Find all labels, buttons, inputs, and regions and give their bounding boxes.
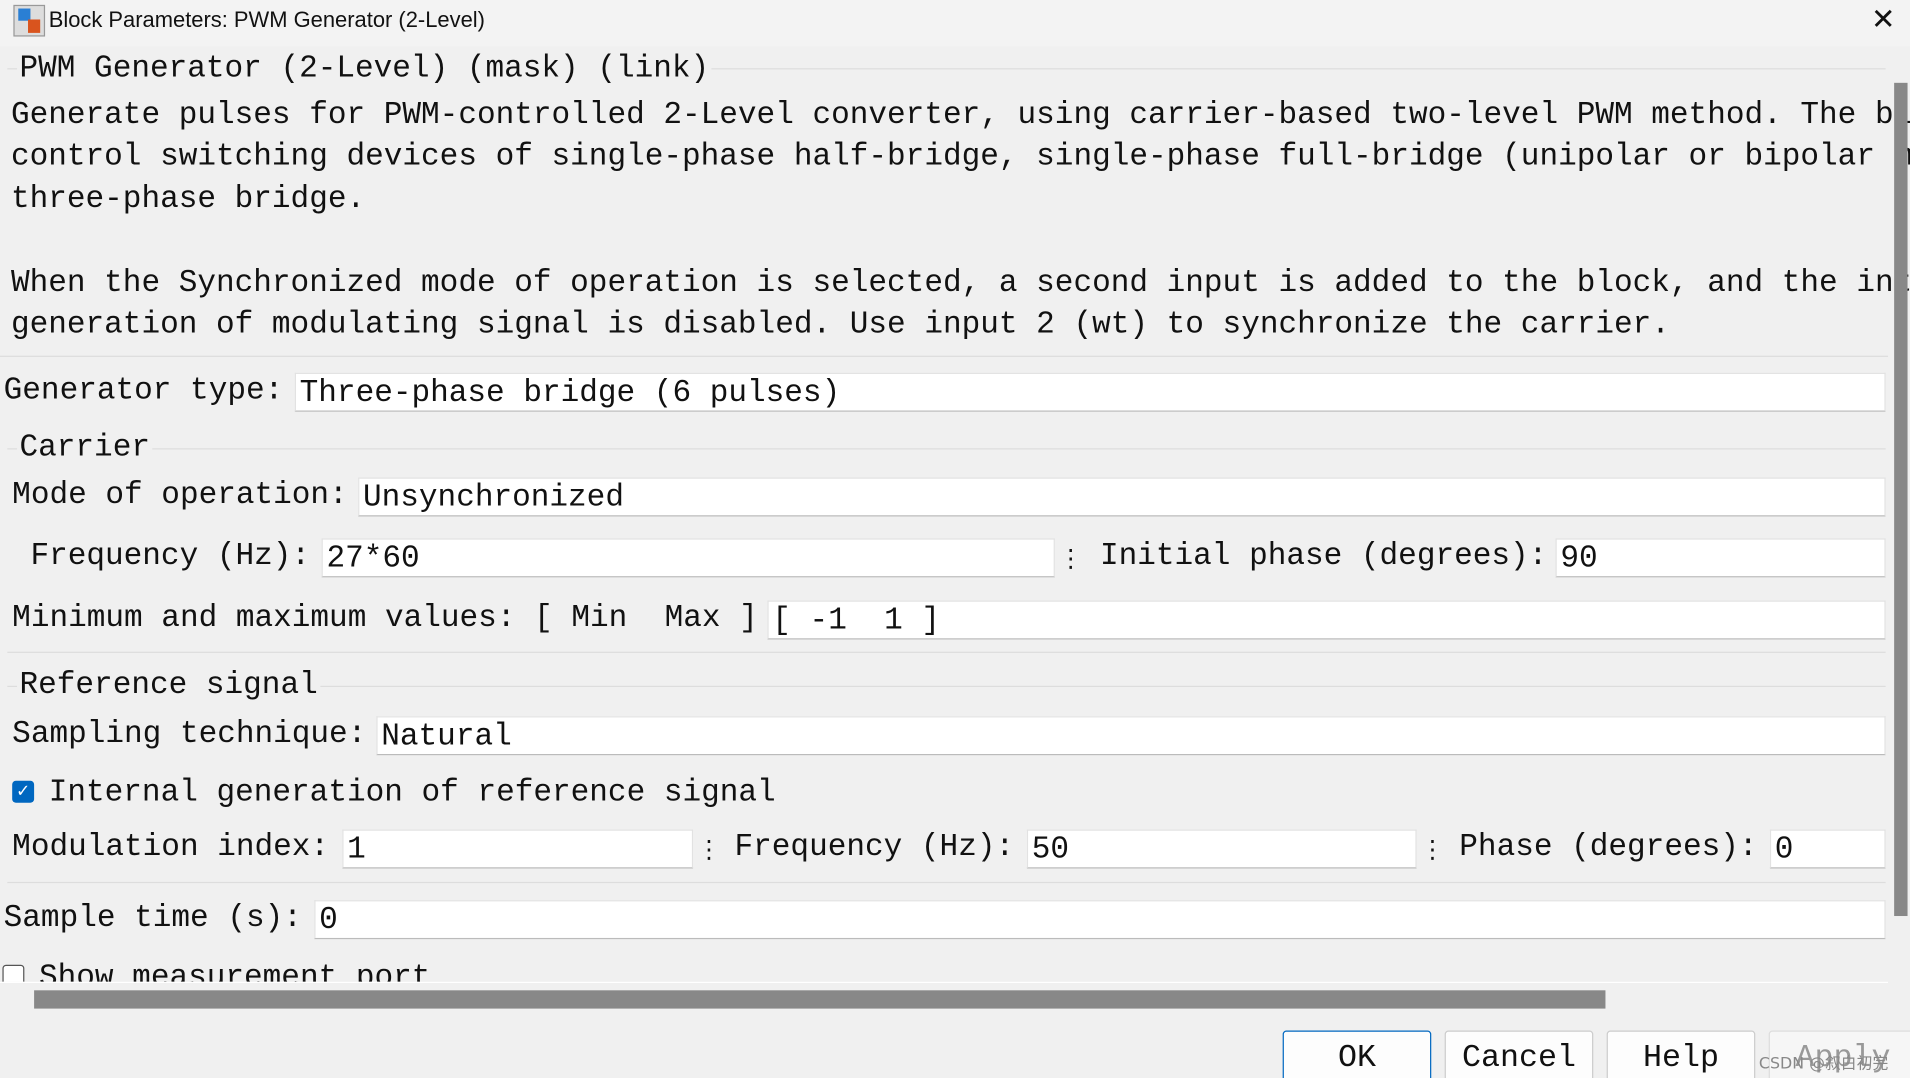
more-options-icon[interactable]: ⋮ [1420,830,1444,869]
more-options-icon[interactable]: ⋮ [697,830,721,869]
cancel-button[interactable]: Cancel [1444,1030,1594,1078]
description-line: Generate pulses for PWM-controlled 2-Lev… [10,97,1910,133]
mode-label: Mode of operation: [12,477,348,513]
generator-type-select[interactable]: Three-phase bridge (6 pulses) [294,372,1886,412]
phase-input[interactable]: 0 [1769,829,1886,869]
sample-time-input[interactable]: 0 [314,900,1886,940]
carrier-title: Carrier [17,427,153,470]
minmax-label: Minimum and maximum values: [ Min Max ] [12,600,758,636]
modulation-index-label: Modulation index: [12,829,330,865]
reference-frequency-input[interactable]: 50 [1026,829,1417,869]
phase-label: Phase (degrees): [1459,829,1758,865]
show-measurement-row: Show measurement port [0,957,1888,982]
mode-of-operation-select[interactable]: Unsynchronized [358,477,1886,517]
internal-generation-label: Internal generation of reference signal [48,774,776,811]
divider [0,981,1889,984]
sampling-label: Sampling technique: [12,716,367,752]
initial-phase-input[interactable]: 90 [1555,538,1886,578]
sampling-technique-select[interactable]: Natural [376,716,1886,756]
description-line: control switching devices of single-phas… [10,138,1910,175]
initial-phase-label: Initial phase (degrees): [1099,538,1548,574]
description-line: generation of modulating signal is disab… [10,306,1670,343]
description-line: three-phase bridge. [10,181,366,217]
description-line: When the Synchronized mode of operation … [10,265,1910,301]
help-button[interactable]: Help [1606,1030,1756,1078]
more-options-icon[interactable]: ⋮ [1059,538,1083,577]
reference-title: Reference signal [17,665,321,708]
minmax-input[interactable]: [ -1 1 ] [767,600,1886,640]
block-title: PWM Generator (2-Level) (mask) (link) [17,48,712,91]
horizontal-scrollbar[interactable] [34,990,1606,1009]
show-measurement-label: Show measurement port [38,959,431,982]
watermark: CSDN @叙白初完 [1758,1054,1889,1074]
simulink-block-icon [13,4,46,37]
reference-frequency-label: Frequency (Hz): [734,829,1015,865]
generator-type-label: Generator type: [3,372,284,409]
vertical-scrollbar[interactable] [1894,82,1908,917]
window-title: Block Parameters: PWM Generator (2-Level… [48,7,485,32]
show-measurement-checkbox[interactable] [2,964,25,982]
divider [0,355,1889,357]
modulation-index-input[interactable]: 1 [342,829,694,869]
close-icon[interactable]: ✕ [1871,2,1895,36]
ok-button[interactable]: OK [1282,1030,1432,1078]
sample-time-label: Sample time (s): [3,900,302,936]
carrier-frequency-label: Frequency (Hz): [30,538,311,574]
carrier-frequency-input[interactable]: 27*60 [321,538,1055,578]
internal-generation-checkbox[interactable]: ✓ [12,780,35,803]
dialog-window: Block Parameters: PWM Generator (2-Level… [0,0,1910,1078]
